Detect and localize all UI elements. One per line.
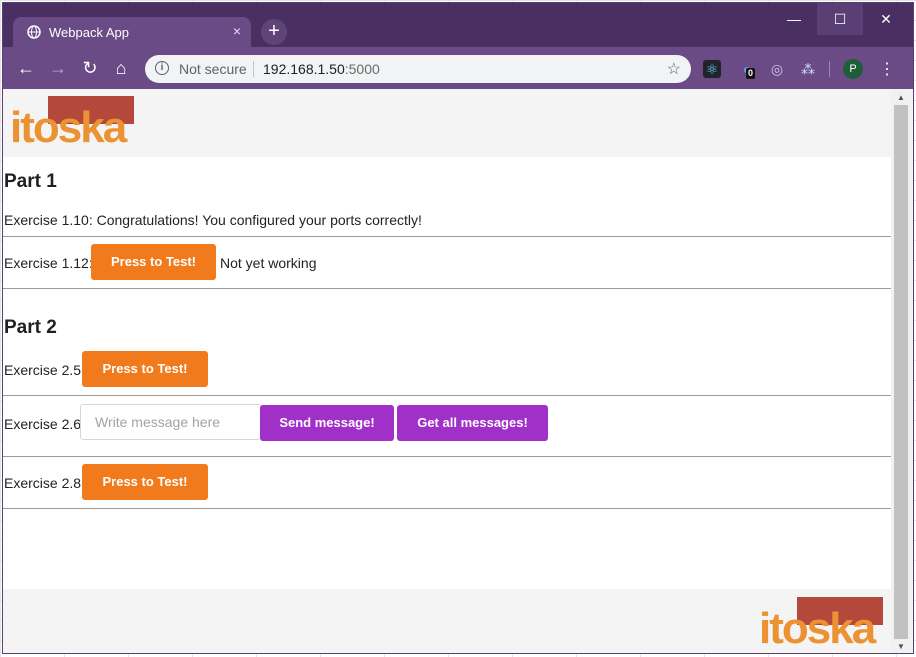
message-input[interactable] [80,404,261,440]
logo-top: itoska [10,96,134,152]
exercise-1-12-status: Not yet working [220,255,317,271]
divider [3,508,891,509]
extension-badge: 0 [746,68,756,79]
network-icon[interactable]: ⁂ [799,60,817,78]
bookmark-star-icon[interactable]: ☆ [667,59,681,79]
scrollbar-thumb[interactable] [894,105,908,639]
security-label[interactable]: Not secure [179,61,247,77]
divider [3,236,891,237]
globe-icon [27,25,41,39]
part1-heading: Part 1 [4,171,57,192]
exercise-2-8-test-button[interactable]: Press to Test! [82,464,208,500]
maximize-button[interactable]: ☐ [817,3,863,35]
tab-close-icon[interactable]: × [233,23,241,39]
minimize-button[interactable]: — [771,3,817,35]
part2-heading: Part 2 [4,317,57,338]
target-icon[interactable]: ◎ [768,60,786,78]
close-window-button[interactable]: ✕ [863,3,909,35]
forward-icon[interactable]: → [47,57,69,79]
new-tab-button[interactable]: + [261,19,287,45]
get-all-messages-button[interactable]: Get all messages! [397,405,548,441]
divider [3,395,891,396]
extension-badge-icon[interactable]: ● 0 [738,60,756,79]
web-page: itoska Part 1 Exercise 1.10: Congratulat… [3,89,891,653]
vertical-scrollbar[interactable]: ▲ ▼ [891,89,913,653]
divider [3,456,891,457]
menu-icon[interactable]: ⋮ [879,59,895,79]
exercise-1-12-test-button[interactable]: Press to Test! [91,244,216,280]
profile-avatar[interactable]: P [843,59,863,79]
logo-text: itoska [759,604,876,653]
title-bar: Webpack App × + — ☐ ✕ [3,3,913,47]
exercise-2-6-label: Exercise 2.6: [4,416,85,432]
exercise-1-10-text: Exercise 1.10: Congratulations! You conf… [4,212,422,228]
back-icon[interactable]: ← [15,57,37,79]
send-message-button[interactable]: Send message! [260,405,394,441]
page-footer: itoska [3,589,891,653]
reload-icon[interactable]: ↻ [79,57,101,79]
react-devtools-icon[interactable]: ⚛ [703,60,721,78]
browser-window: Webpack App × + — ☐ ✕ ← → ↻ ⌂ i Not secu… [2,2,914,654]
scroll-up-icon[interactable]: ▲ [897,93,905,102]
logo-bottom: itoska [759,597,883,653]
address-bar[interactable]: i Not secure 192.168.1.50:5000 ☆ [145,55,691,83]
exercise-2-5-label: Exercise 2.5: [4,362,85,378]
url-port: :5000 [344,61,380,77]
home-icon[interactable]: ⌂ [110,57,132,79]
exercise-2-5-test-button[interactable]: Press to Test! [82,351,208,387]
toolbar-separator [829,61,830,77]
omnibox-separator [253,61,254,77]
browser-toolbar: ← → ↻ ⌂ i Not secure 192.168.1.50:5000 ☆… [3,47,913,89]
exercise-1-12-label: Exercise 1.12: [4,255,93,271]
url-host: 192.168.1.50 [263,61,345,77]
browser-tab[interactable]: Webpack App × [13,17,251,47]
tab-title: Webpack App [49,25,129,40]
scroll-down-icon[interactable]: ▼ [897,642,905,651]
divider [3,288,891,289]
page-header: itoska [3,89,891,157]
url-text[interactable]: 192.168.1.50:5000 [263,61,380,77]
exercise-2-8-label: Exercise 2.8: [4,475,85,491]
logo-text: itoska [10,103,127,152]
info-icon[interactable]: i [155,61,169,75]
